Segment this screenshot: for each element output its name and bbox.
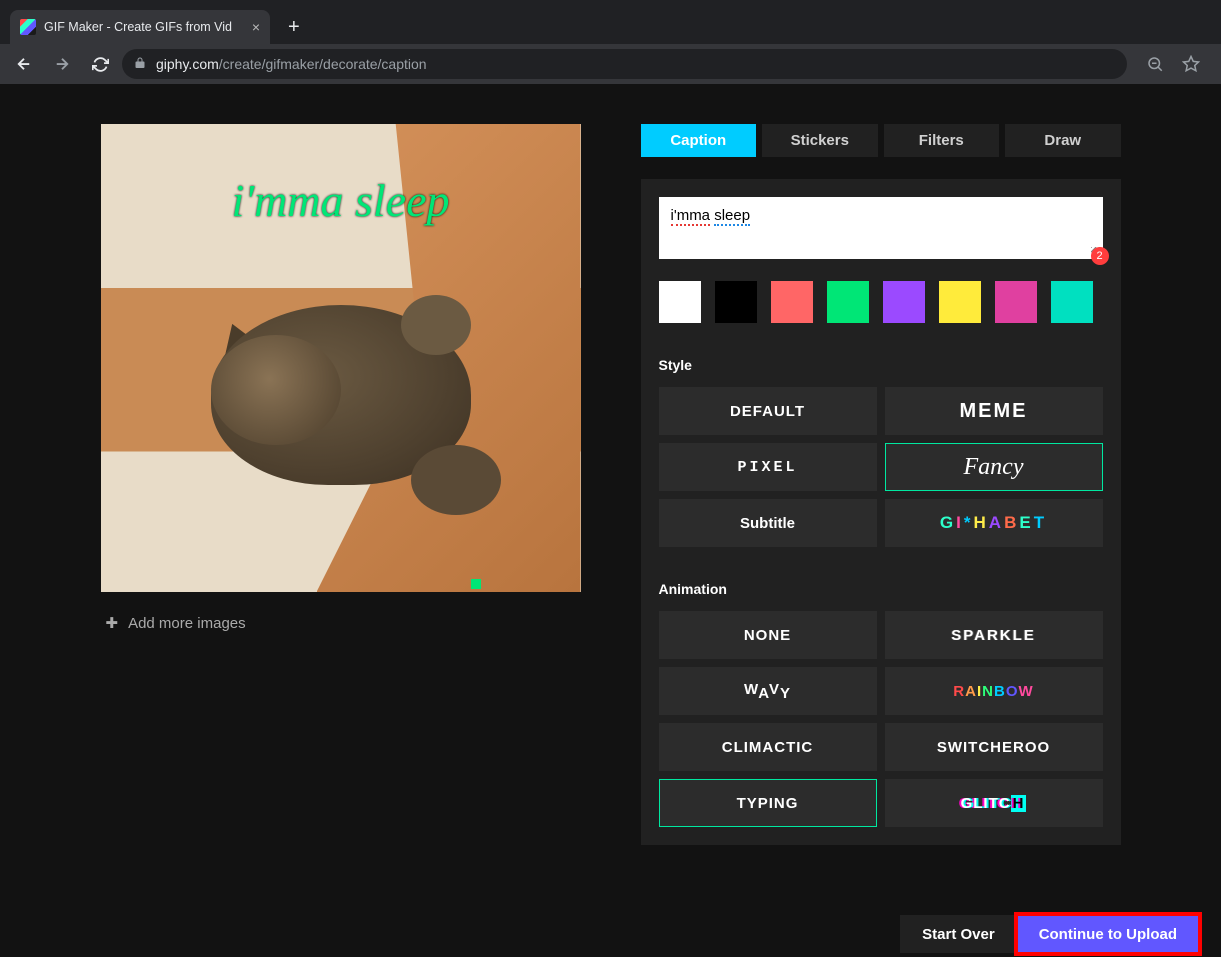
style-giphabet[interactable]: GI*HABET <box>885 499 1103 547</box>
add-more-label: Add more images <box>128 615 246 632</box>
browser-tab-bar: GIF Maker - Create GIFs from Vid × + <box>0 0 1221 44</box>
caption-input[interactable]: i'mma sleep <box>659 197 1103 259</box>
continue-upload-button[interactable]: Continue to Upload <box>1017 915 1199 953</box>
anim-sparkle[interactable]: SPARKLE <box>885 611 1103 659</box>
style-section-label: Style <box>659 357 1103 373</box>
tab-stickers[interactable]: Stickers <box>762 124 878 157</box>
color-green[interactable] <box>827 281 869 323</box>
tab-title: GIF Maker - Create GIFs from Vid <box>44 20 244 34</box>
zoom-icon[interactable] <box>1139 48 1171 80</box>
close-tab-icon[interactable]: × <box>252 19 260 35</box>
browser-nav-bar: giphy.com/create/gifmaker/decorate/capti… <box>0 44 1221 84</box>
url-bar[interactable]: giphy.com/create/gifmaker/decorate/capti… <box>122 49 1127 79</box>
back-button[interactable] <box>8 48 40 80</box>
url-text: giphy.com/create/gifmaker/decorate/capti… <box>156 56 427 72</box>
star-icon[interactable] <box>1175 48 1207 80</box>
color-black[interactable] <box>715 281 757 323</box>
anim-rainbow[interactable]: RAINBOW <box>885 667 1103 715</box>
gif-preview[interactable]: i'mma sleep <box>101 124 581 592</box>
tab-caption[interactable]: Caption <box>641 124 757 157</box>
wavy-label: WAVY <box>744 683 791 700</box>
reload-button[interactable] <box>84 48 116 80</box>
color-purple[interactable] <box>883 281 925 323</box>
anim-none[interactable]: NONE <box>659 611 877 659</box>
color-swatches <box>659 281 1103 323</box>
color-white[interactable] <box>659 281 701 323</box>
animation-section-label: Animation <box>659 581 1103 597</box>
anim-glitch[interactable]: GLITCH <box>885 779 1103 827</box>
color-yellow[interactable] <box>939 281 981 323</box>
plus-icon: ✚ <box>106 614 119 632</box>
tab-filters[interactable]: Filters <box>884 124 1000 157</box>
forward-button[interactable] <box>46 48 78 80</box>
typing-cursor-icon <box>471 579 481 589</box>
caption-panel: i'mma sleep 2 Style DEFA <box>641 179 1121 845</box>
site-favicon <box>20 19 36 35</box>
anim-wavy[interactable]: WAVY <box>659 667 877 715</box>
page-content: i'mma sleep ✚ Add more images Caption St… <box>0 84 1221 957</box>
style-meme[interactable]: MEME <box>885 387 1103 435</box>
style-subtitle[interactable]: Subtitle <box>659 499 877 547</box>
style-fancy[interactable]: Fancy <box>885 443 1103 491</box>
browser-tab[interactable]: GIF Maker - Create GIFs from Vid × <box>10 10 270 44</box>
lock-icon <box>134 57 146 72</box>
rainbow-label: RAINBOW <box>953 683 1033 700</box>
footer-actions: Start Over Continue to Upload <box>900 915 1199 953</box>
start-over-button[interactable]: Start Over <box>900 915 1017 953</box>
anim-climactic[interactable]: CLIMACTIC <box>659 723 877 771</box>
anim-typing[interactable]: TYPING <box>659 779 877 827</box>
editor-tabs: Caption Stickers Filters Draw <box>641 124 1121 157</box>
color-pink[interactable] <box>995 281 1037 323</box>
add-more-images-button[interactable]: ✚ Add more images <box>101 614 581 632</box>
giphabet-label: GI*HABET <box>940 513 1047 533</box>
caption-overlay-text: i'mma sleep <box>101 174 581 227</box>
tab-draw[interactable]: Draw <box>1005 124 1121 157</box>
color-teal[interactable] <box>1051 281 1093 323</box>
error-count-badge: 2 <box>1091 247 1109 265</box>
anim-switcheroo[interactable]: SWITCHEROO <box>885 723 1103 771</box>
style-pixel[interactable]: PIXEL <box>659 443 877 491</box>
color-red[interactable] <box>771 281 813 323</box>
style-default[interactable]: DEFAULT <box>659 387 877 435</box>
new-tab-button[interactable]: + <box>270 10 318 44</box>
